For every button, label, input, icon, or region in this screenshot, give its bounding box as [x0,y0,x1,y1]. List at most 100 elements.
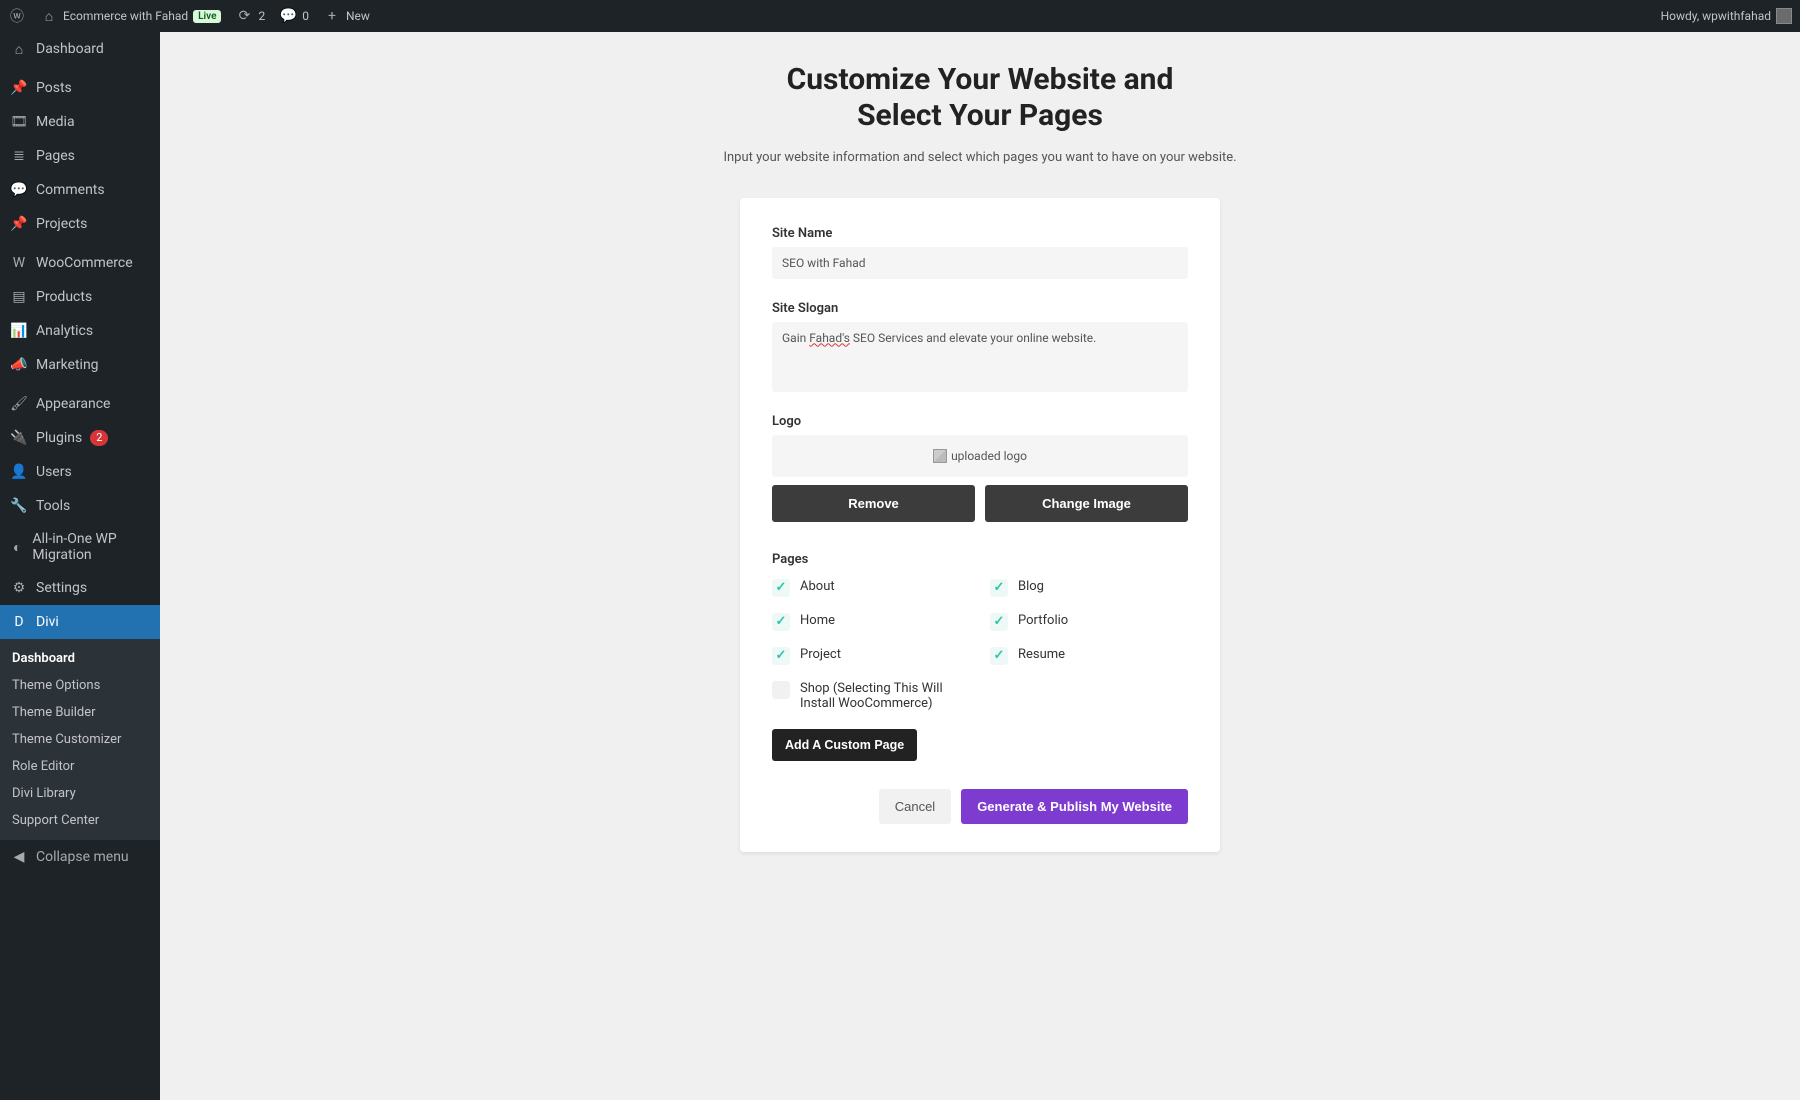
page-checkbox[interactable] [990,579,1008,597]
sidebar-item-label: WooCommerce [36,255,133,271]
sidebar-item-marketing[interactable]: 📣 Marketing [0,348,160,382]
sidebar-item-users[interactable]: 👤 Users [0,455,160,489]
sidebar-item-analytics[interactable]: 📊Analytics [0,314,160,348]
sidebar-item-appearance[interactable]: 🖌Appearance [0,387,160,421]
site-name-input[interactable] [772,247,1188,279]
sidebar-item-plugins[interactable]: 🔌Plugins2 [0,421,160,455]
cancel-button[interactable]: Cancel [879,789,951,824]
slogan-label: Site Slogan [772,301,1188,316]
page-label: Blog [1018,579,1044,594]
sidebar-item-divi[interactable]: D Divi [0,605,160,639]
page-checkbox[interactable] [772,613,790,631]
logo-alt-text: uploaded logo [951,449,1027,463]
woo-icon: W [10,254,28,272]
howdy-link[interactable]: Howdy, wpwithfahad [1661,8,1792,24]
collapse-icon: ◀ [10,848,28,866]
sidebar-item-label: Divi [36,614,59,630]
sidebar-item-label: Comments [36,182,105,198]
comments-link[interactable]: 💬 0 [279,7,309,25]
media-icon: 🎞 [10,113,28,131]
sidebar-item-label: Tools [36,498,70,514]
divi-icon: D [10,613,28,631]
page-option-shop: Shop (Selecting This Will Install WooCom… [772,681,970,711]
site-name-label: Site Name [772,226,1188,241]
sidebar-item-label: Projects [36,216,87,232]
new-link[interactable]: + New [323,7,370,25]
page-label: Home [800,613,835,628]
sidebar-item-woocommerce[interactable]: W WooCommerce [0,246,160,280]
sidebar-item-label: Media [36,114,75,130]
page-option-home: Home [772,613,970,631]
collapse-label: Collapse menu [36,849,129,865]
page-option-blog: Blog [990,579,1188,597]
pages-icon: ≣ [10,147,28,165]
remove-logo-button[interactable]: Remove [772,485,975,522]
sidebar-item-media[interactable]: 🎞 Media [0,105,160,139]
sidebar-item-posts[interactable]: 📌 Posts [0,71,160,105]
sidebar-item-label: Settings [36,580,87,596]
site-link[interactable]: ⌂ Ecommerce with Fahad Live [40,7,221,25]
page-option-portfolio: Portfolio [990,613,1188,631]
wordpress-icon: ⓦ [8,7,26,25]
page-subtitle: Input your website information and selec… [180,148,1780,168]
page-option-project: Project [772,647,970,665]
admin-topbar: ⓦ ⌂ Ecommerce with Fahad Live ⟳ 2 💬 0 + … [0,0,1800,32]
page-checkbox[interactable] [990,647,1008,665]
analytics-icon: 📊 [10,322,28,340]
sidebar-item-products[interactable]: ▤Products [0,280,160,314]
page-checkbox[interactable] [772,681,790,699]
site-name: Ecommerce with Fahad [63,9,188,23]
sidebar-item-settings[interactable]: ⚙Settings [0,571,160,605]
page-label: Resume [1018,647,1065,662]
sidebar-item-label: Users [36,464,72,480]
sidebar-item-comments[interactable]: 💬 Comments [0,173,160,207]
page-checkbox[interactable] [990,613,1008,631]
comments-count: 0 [302,9,309,23]
updates-link[interactable]: ⟳ 2 [235,7,265,25]
collapse-menu[interactable]: ◀ Collapse menu [0,840,160,874]
sidebar-item-pages[interactable]: ≣Pages [0,139,160,173]
generate-publish-button[interactable]: Generate & Publish My Website [961,789,1188,824]
wordpress-logo[interactable]: ⓦ [8,7,26,25]
page-option-resume: Resume [990,647,1188,665]
updates-count: 2 [258,9,265,23]
marketing-icon: 📣 [10,356,28,374]
submenu-item-theme-builder[interactable]: Theme Builder [0,699,160,726]
submenu-item-theme-customizer[interactable]: Theme Customizer [0,726,160,753]
comments-icon: 💬 [10,181,28,199]
slogan-input[interactable]: Gain Fahad's SEO Services and elevate yo… [772,322,1188,392]
home-icon: ⌂ [40,7,58,25]
comment-icon: 💬 [279,7,297,25]
page-label: Shop (Selecting This Will Install WooCom… [800,681,970,711]
migration-icon: ◐ [10,538,24,556]
sidebar-item-all-in-one-wp-migration[interactable]: ◐ All-in-One WP Migration [0,523,160,571]
sidebar-item-dashboard[interactable]: ⌂Dashboard [0,32,160,66]
submenu-item-role-editor[interactable]: Role Editor [0,753,160,780]
sidebar-item-label: Marketing [36,357,99,373]
sidebar-item-tools[interactable]: 🔧Tools [0,489,160,523]
users-icon: 👤 [10,463,28,481]
main-content: Customize Your Website and Select Your P… [160,32,1800,892]
pin-icon: 📌 [10,79,28,97]
page-title: Customize Your Website and Select Your P… [180,62,1780,134]
add-custom-page-button[interactable]: Add A Custom Page [772,729,917,761]
refresh-icon: ⟳ [235,7,253,25]
submenu-item-theme-options[interactable]: Theme Options [0,672,160,699]
page-option-about: About [772,579,970,597]
submenu-item-divi-library[interactable]: Divi Library [0,780,160,807]
update-badge: 2 [90,430,108,446]
pages-label: Pages [772,552,1188,567]
sidebar-item-label: All-in-One WP Migration [32,531,150,563]
plus-icon: + [323,7,341,25]
page-checkbox[interactable] [772,647,790,665]
sidebar-item-projects[interactable]: 📌Projects [0,207,160,241]
page-checkbox[interactable] [772,579,790,597]
change-image-button[interactable]: Change Image [985,485,1188,522]
sidebar-item-label: Posts [36,80,72,96]
sidebar-item-label: Appearance [36,396,110,412]
products-icon: ▤ [10,288,28,306]
submenu-item-dashboard[interactable]: Dashboard [0,645,160,672]
avatar [1776,8,1792,24]
broken-image-icon [933,449,947,463]
submenu-item-support-center[interactable]: Support Center [0,807,160,834]
